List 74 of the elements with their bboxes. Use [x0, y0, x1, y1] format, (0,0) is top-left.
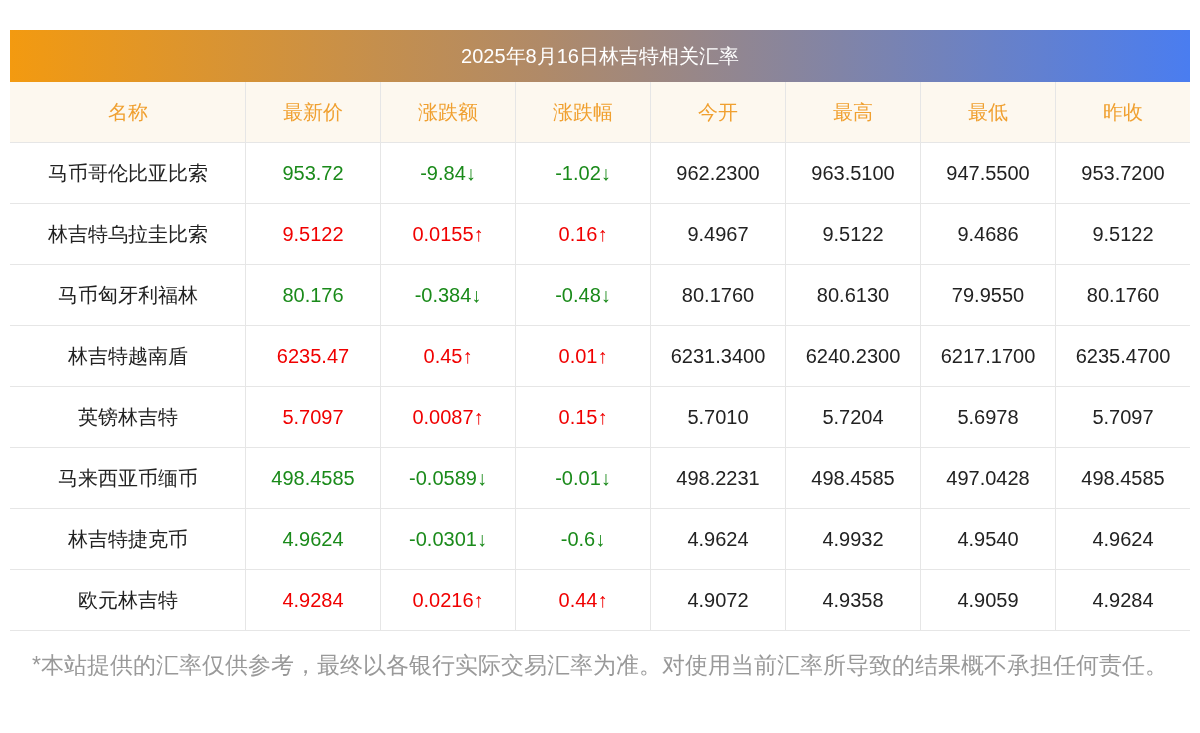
table-cell: 6235.47: [245, 326, 380, 387]
table-cell: 4.9284: [245, 570, 380, 631]
table-cell: 6217.1700: [920, 326, 1055, 387]
table-cell: 0.15↑: [515, 387, 650, 448]
table-cell: -0.01↓: [515, 448, 650, 509]
table-cell: 498.4585: [245, 448, 380, 509]
column-header: 昨收: [1055, 82, 1190, 143]
table-cell: 9.5122: [785, 204, 920, 265]
table-cell: 4.9059: [920, 570, 1055, 631]
table-cell: 4.9072: [650, 570, 785, 631]
table-cell: 0.44↑: [515, 570, 650, 631]
table-cell: 80.1760: [1055, 265, 1190, 326]
table-cell: 947.5500: [920, 143, 1055, 204]
column-header: 最新价: [245, 82, 380, 143]
table-cell: 0.16↑: [515, 204, 650, 265]
table-cell: 6235.4700: [1055, 326, 1190, 387]
column-header: 今开: [650, 82, 785, 143]
table-cell: 4.9624: [245, 509, 380, 570]
table-cell: 4.9284: [1055, 570, 1190, 631]
table-cell: 6240.2300: [785, 326, 920, 387]
table-cell: 5.7097: [1055, 387, 1190, 448]
table-cell: 9.5122: [1055, 204, 1190, 265]
table-cell: 4.9932: [785, 509, 920, 570]
table-cell: -0.384↓: [380, 265, 515, 326]
table-cell: 5.7010: [650, 387, 785, 448]
table-cell: 9.5122: [245, 204, 380, 265]
currency-pair-cell: 马币哥伦比亚比索: [10, 143, 245, 204]
table-cell: 80.1760: [650, 265, 785, 326]
table-cell: 953.7200: [1055, 143, 1190, 204]
currency-pair-cell: 林吉特乌拉圭比索: [10, 204, 245, 265]
currency-pair-cell: 英镑林吉特: [10, 387, 245, 448]
table-cell: 6231.3400: [650, 326, 785, 387]
table-cell: -0.48↓: [515, 265, 650, 326]
table-cell: 498.4585: [785, 448, 920, 509]
table-cell: 80.176: [245, 265, 380, 326]
table-cell: 4.9540: [920, 509, 1055, 570]
table-cell: 953.72: [245, 143, 380, 204]
table-cell: -0.6↓: [515, 509, 650, 570]
table-cell: 4.9358: [785, 570, 920, 631]
table-cell: -0.0301↓: [380, 509, 515, 570]
table-cell: 0.0216↑: [380, 570, 515, 631]
table-cell: 498.2231: [650, 448, 785, 509]
table-cell: 498.4585: [1055, 448, 1190, 509]
table-cell: 5.6978: [920, 387, 1055, 448]
column-header: 最低: [920, 82, 1055, 143]
currency-pair-cell: 林吉特捷克币: [10, 509, 245, 570]
table-cell: 497.0428: [920, 448, 1055, 509]
table-cell: -9.84↓: [380, 143, 515, 204]
currency-pair-cell: 欧元林吉特: [10, 570, 245, 631]
table-cell: 0.01↑: [515, 326, 650, 387]
table-cell: 80.6130: [785, 265, 920, 326]
currency-pair-cell: 马来西亚币缅币: [10, 448, 245, 509]
table-cell: 962.2300: [650, 143, 785, 204]
table-cell: 0.0087↑: [380, 387, 515, 448]
column-header: 涨跌幅: [515, 82, 650, 143]
table-cell: 5.7204: [785, 387, 920, 448]
table-cell: 5.7097: [245, 387, 380, 448]
column-header: 最高: [785, 82, 920, 143]
table-cell: 963.5100: [785, 143, 920, 204]
disclaimer-text: *本站提供的汇率仅供参考，最终以各银行实际交易汇率为准。对使用当前汇率所导致的结果概不承担任何责任。: [31, 651, 1169, 680]
currency-pair-cell: 马币匈牙利福林: [10, 265, 245, 326]
table-cell: 0.0155↑: [380, 204, 515, 265]
table-cell: -1.02↓: [515, 143, 650, 204]
column-header: 涨跌额: [380, 82, 515, 143]
table-cell: 9.4686: [920, 204, 1055, 265]
table-cell: 79.9550: [920, 265, 1055, 326]
table-cell: 0.45↑: [380, 326, 515, 387]
currency-pair-cell: 林吉特越南盾: [10, 326, 245, 387]
table-title: 2025年8月16日林吉特相关汇率: [10, 30, 1190, 82]
table-cell: 9.4967: [650, 204, 785, 265]
table-cell: 4.9624: [1055, 509, 1190, 570]
table-cell: 4.9624: [650, 509, 785, 570]
table-cell: -0.0589↓: [380, 448, 515, 509]
column-header: 名称: [10, 82, 245, 143]
